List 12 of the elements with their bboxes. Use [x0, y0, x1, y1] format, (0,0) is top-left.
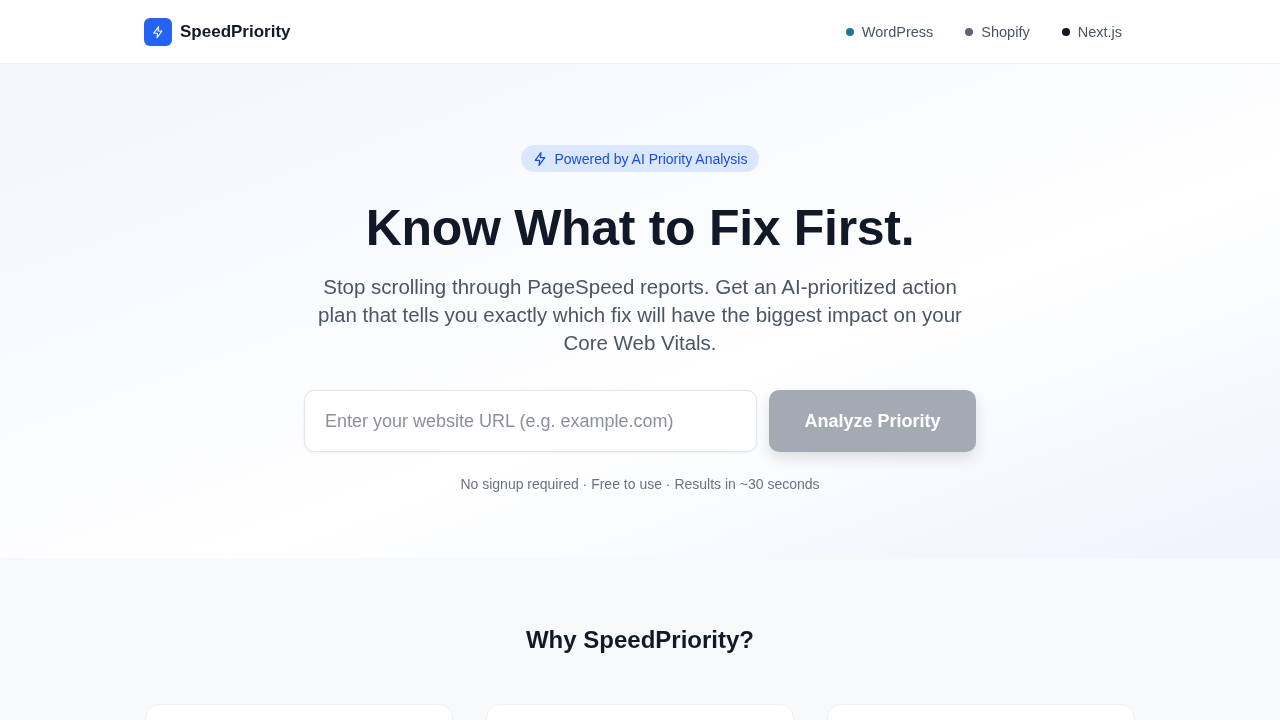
hero-title: Know What to Fix First. [365, 199, 915, 258]
lightning-icon [532, 151, 547, 166]
url-input-field[interactable]: Enter your website URL (e.g. example.com) [304, 390, 757, 452]
nav-link[interactable]: Shopify [965, 23, 1030, 40]
section-title: Why SpeedPriority? [525, 625, 754, 655]
badge-text: Powered by AI Priority Analysis [554, 150, 748, 167]
brand-name: SpeedPriority [180, 21, 291, 42]
hero-subtitle: Stop scrolling through PageSpeed reports. Get an AI-prioritized action plan that tells you exactly which fix will have the biggest impact on your Core Web Vitals. [317, 274, 963, 356]
nav-link[interactable]: WordPress [845, 23, 934, 40]
nav-link[interactable]: Next.js [1061, 23, 1122, 40]
hero-note: No signup required · Free to use · Results in ~30 seconds [460, 476, 820, 492]
logo-icon [144, 17, 172, 46]
